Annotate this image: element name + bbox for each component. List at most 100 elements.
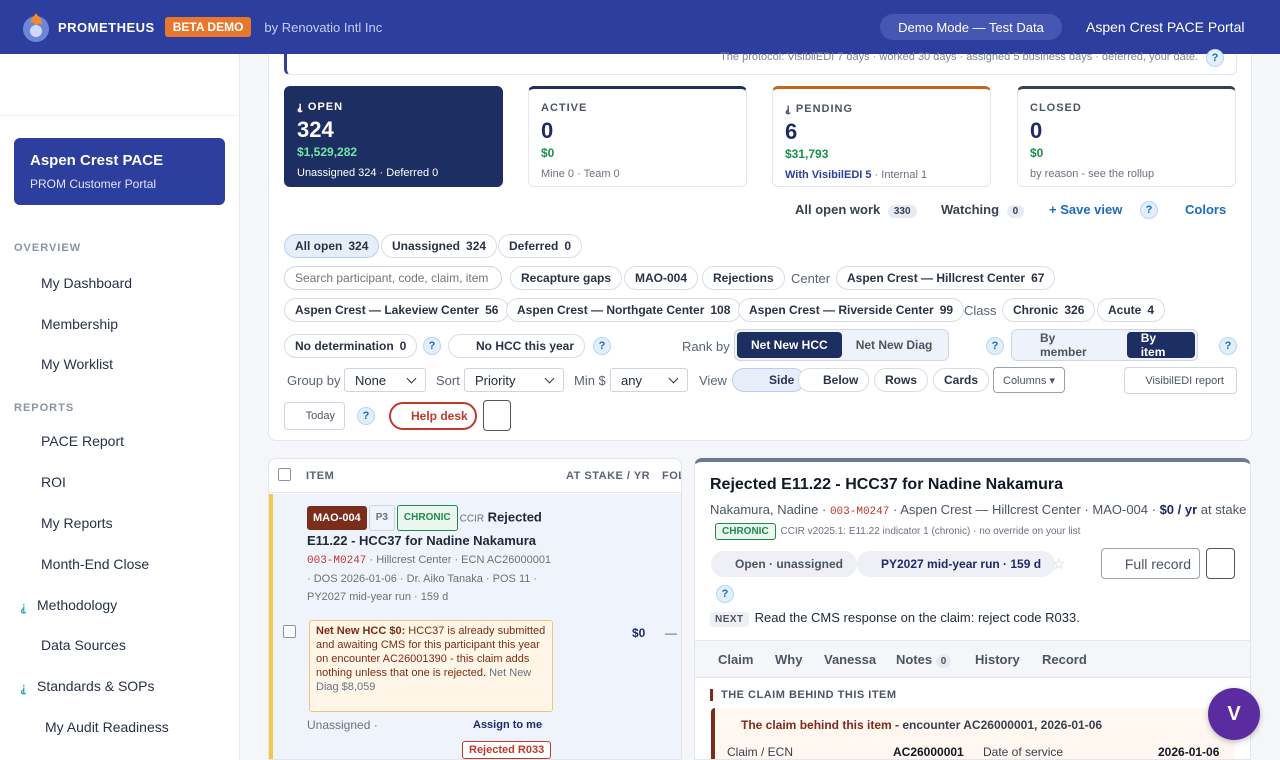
- demo-mode-toggle[interactable]: Demo Mode — Test Data: [880, 14, 1062, 40]
- tab-vanessa[interactable]: Vanessa: [824, 652, 876, 667]
- chip-rejections[interactable]: Rejections: [702, 266, 785, 290]
- by-item-option[interactable]: By item: [1126, 331, 1195, 359]
- chip-center-lakeview[interactable]: Aspen Crest — Lakeview Center 56: [284, 298, 510, 322]
- kpi-pending-visibil[interactable]: With VisibilEDI 5: [785, 169, 872, 181]
- chip-unassigned[interactable]: Unassigned 324: [381, 234, 498, 258]
- kpi-pending-label: PENDING: [795, 103, 854, 115]
- blank-button[interactable]: [483, 400, 511, 431]
- chronic-tag: CHRONIC: [396, 505, 458, 531]
- table-row[interactable]: MAO-004 P3 CHRONIC CCIR Rejected E11.22 - H…: [269, 494, 681, 759]
- status-help-icon[interactable]: ?: [716, 585, 734, 603]
- nav-my-dashboard[interactable]: My Dashboard: [41, 275, 132, 291]
- run-pill[interactable]: PY2027 mid-year run · 159 d: [857, 551, 1056, 577]
- save-view-help-icon[interactable]: ?: [1140, 201, 1158, 219]
- search-input[interactable]: [284, 266, 502, 290]
- today-help-icon[interactable]: ?: [357, 407, 375, 425]
- today-button[interactable]: Today: [284, 402, 345, 430]
- col-at-stake[interactable]: AT STAKE / YR: [566, 470, 650, 482]
- watching-view[interactable]: Watching 0: [941, 202, 1025, 218]
- protocol-text: The protocol: VisibilEDI 7 days · worked…: [720, 51, 1198, 63]
- min-amount-select[interactable]: any: [610, 368, 688, 392]
- rank-by-label: Rank by: [682, 339, 730, 354]
- priority-tag: P3: [368, 505, 395, 531]
- nav-data-sources[interactable]: Data Sources: [41, 637, 126, 653]
- methodology-icon: ⸘: [20, 599, 27, 614]
- visibil-report-button[interactable]: VisibilEDI report: [1124, 367, 1237, 394]
- chip-recapture-gaps[interactable]: Recapture gaps: [510, 266, 623, 290]
- no-det-help-icon[interactable]: ?: [423, 337, 441, 355]
- kpi-closed-label: CLOSED: [1030, 102, 1082, 114]
- chip-all-open[interactable]: All open 324: [284, 234, 380, 258]
- chip-center-hillcrest[interactable]: Aspen Crest — Hillcrest Center 67: [836, 266, 1056, 290]
- chevron-down-icon: [544, 373, 555, 384]
- chip-unassigned-label: Unassigned: [392, 239, 461, 253]
- nav-membership[interactable]: Membership: [41, 316, 118, 332]
- full-record-button[interactable]: Full record: [1101, 548, 1200, 579]
- detail-extra-button[interactable]: [1206, 548, 1235, 579]
- chip-chronic[interactable]: Chronic 326: [1002, 298, 1096, 322]
- mode-help-icon[interactable]: ?: [1219, 337, 1237, 355]
- assign-to-me-link[interactable]: Assign to me: [473, 719, 542, 731]
- view-below[interactable]: Below: [798, 368, 870, 392]
- detail-title: Rejected E11.22 - HCC37 for Nadine Nakam…: [710, 476, 1064, 493]
- nav-pace-report[interactable]: PACE Report: [41, 433, 124, 449]
- tab-history[interactable]: History: [975, 652, 1020, 667]
- rank-help-icon[interactable]: ?: [986, 337, 1004, 355]
- chip-no-determination[interactable]: No determination 0: [284, 334, 418, 358]
- sort-select[interactable]: Priority: [464, 368, 564, 392]
- by-member-option[interactable]: By member: [1014, 331, 1127, 359]
- columns-button[interactable]: Columns ▾: [993, 367, 1065, 393]
- nav-methodology[interactable]: Methodology: [37, 597, 117, 613]
- rank-net-new-hcc[interactable]: Net New HCC: [737, 332, 842, 358]
- chip-center-riverside[interactable]: Aspen Crest — Riverside Center 99: [738, 298, 965, 322]
- kpi-closed[interactable]: CLOSED 0 $0 by reason - see the rollup: [1017, 86, 1236, 187]
- view-side[interactable]: Side: [732, 368, 806, 392]
- chip-acute-count: 4: [1147, 303, 1155, 317]
- nav-month-end-close[interactable]: Month-End Close: [41, 556, 149, 572]
- chip-center-count: 99: [939, 303, 954, 317]
- group-by-select[interactable]: None: [344, 368, 426, 392]
- claim-section-title: THE CLAIM BEHIND THIS ITEM: [710, 689, 897, 701]
- status-pill[interactable]: Open · unassigned: [711, 551, 858, 577]
- org-card[interactable]: Aspen Crest PACE PROM Customer Portal: [14, 138, 225, 205]
- no-hcc-help-icon[interactable]: ?: [593, 337, 611, 355]
- kpi-closed-amount: $0: [1030, 146, 1044, 160]
- select-all-checkbox[interactable]: [278, 468, 291, 481]
- nav-my-worklist[interactable]: My Worklist: [41, 356, 113, 372]
- chip-no-hcc-this-year[interactable]: No HCC this year: [448, 334, 586, 358]
- kpi-pending[interactable]: ⸘ PENDING 6 $31,793 With VisibilEDI 5 · …: [772, 86, 991, 187]
- all-open-work-view[interactable]: All open work 330: [795, 202, 917, 218]
- claim-card-tail: - encounter AC26000001, 2026-01-06: [891, 718, 1103, 732]
- tab-why[interactable]: Why: [775, 652, 802, 667]
- view-rows[interactable]: Rows: [874, 368, 929, 392]
- save-view-button[interactable]: + Save view: [1049, 202, 1122, 217]
- group-mode-toggle: By member By item: [1011, 329, 1198, 361]
- chip-acute[interactable]: Acute 4: [1097, 298, 1166, 322]
- mao-tag: MAO-004: [307, 506, 367, 530]
- tab-notes[interactable]: Notes 0: [896, 652, 952, 668]
- chip-center-northgate[interactable]: Aspen Crest — Northgate Center 108: [506, 298, 742, 322]
- kpi-open[interactable]: ⸘ OPEN 324 $1,529,282 Unassigned 324 · D…: [284, 86, 503, 187]
- tab-record[interactable]: Record: [1042, 652, 1087, 667]
- nav-roi[interactable]: ROI: [41, 474, 66, 490]
- row-checkbox[interactable]: [283, 625, 296, 638]
- help-desk-button[interactable]: Help desk: [389, 402, 477, 430]
- colors-button[interactable]: Colors: [1185, 202, 1226, 217]
- kpi-active[interactable]: ACTIVE 0 $0 Mine 0 · Team 0: [528, 86, 747, 187]
- nav-standards-sops[interactable]: Standards & SOPs: [37, 678, 155, 694]
- chip-deferred[interactable]: Deferred 0: [498, 234, 583, 258]
- chip-mao-004[interactable]: MAO-004: [624, 266, 699, 290]
- tab-claim[interactable]: Claim: [718, 652, 753, 667]
- view-cards[interactable]: Cards: [933, 368, 990, 392]
- col-follow[interactable]: FOL: [662, 470, 681, 482]
- chip-center-count: 67: [1031, 271, 1045, 285]
- nav-my-reports[interactable]: My Reports: [41, 515, 113, 531]
- col-item[interactable]: ITEM: [306, 470, 334, 482]
- nav-my-audit-readiness[interactable]: My Audit Readiness: [45, 719, 169, 735]
- portal-link[interactable]: Aspen Crest PACE Portal: [1086, 19, 1244, 35]
- rank-net-new-diag[interactable]: Net New Diag: [842, 332, 947, 358]
- star-icon[interactable]: ☆: [1052, 555, 1065, 573]
- user-avatar-button[interactable]: V: [1208, 688, 1260, 740]
- kpi-closed-sub: by reason - see the rollup: [1030, 168, 1155, 180]
- protocol-help-icon[interactable]: ?: [1206, 49, 1224, 67]
